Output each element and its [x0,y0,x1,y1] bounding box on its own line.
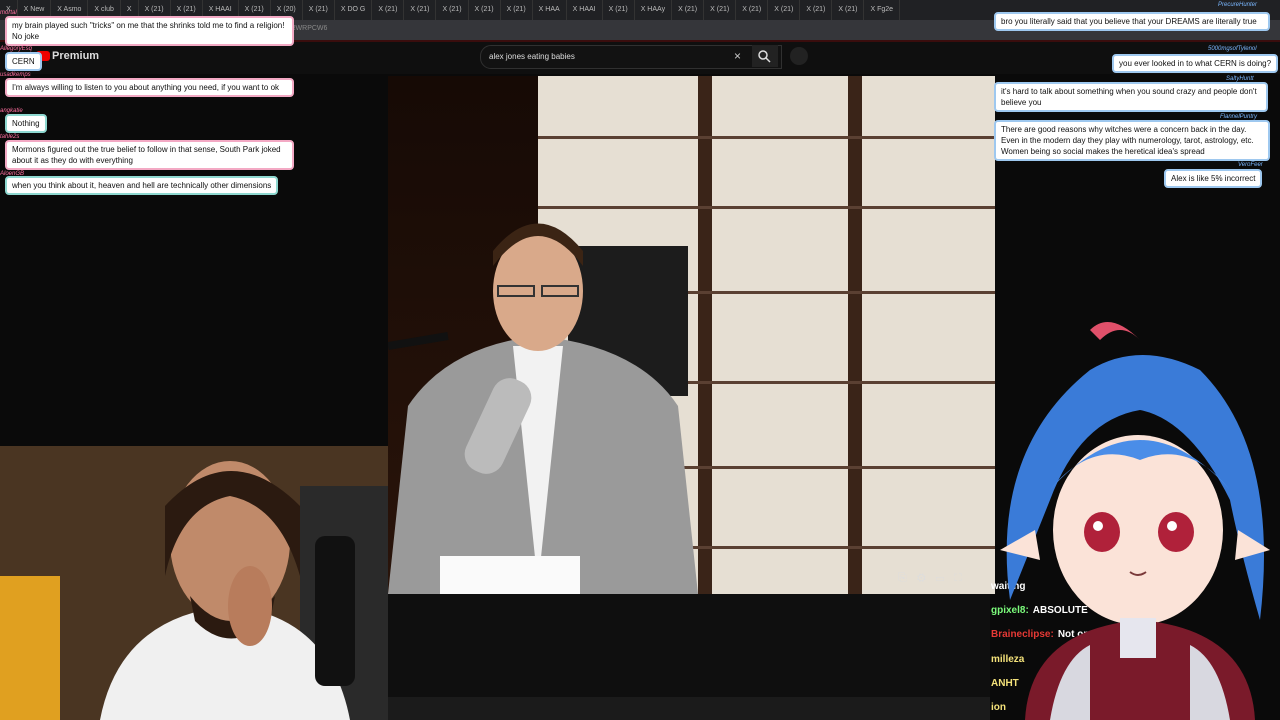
browser-tab[interactable]: X (21) [768,0,801,20]
browser-tab[interactable]: X (21) [436,0,469,20]
webcam-scene [0,446,388,720]
vtuber-avatar [1000,322,1270,720]
browser-tab[interactable]: X (21) [736,0,769,20]
video-control-icon[interactable]: ⛶ [954,572,972,584]
browser-tab[interactable]: X (21) [303,0,335,20]
chat-message: CERN [5,52,42,71]
microphone-icon[interactable] [790,47,808,65]
speaker-figure [388,223,698,594]
bottom-strip [388,697,990,720]
premium-label[interactable]: Premium [52,50,99,62]
chat-message: you ever looked in to what CERN is doing… [1112,54,1279,73]
chat-message: when you think about it, heaven and hell… [5,176,279,195]
video-control-icon[interactable]: ▭ [936,572,954,584]
chat-message: There are good reasons why witches were … [994,120,1270,161]
browser-tab[interactable]: X DO G [335,0,373,20]
chat-message: I'm always willing to listen to you abou… [5,78,294,97]
chat-message: Alex is like 5% incorrect [1164,169,1263,188]
chat-message: my brain played such "tricks" on me that… [5,16,294,46]
search-icon[interactable] [757,49,771,63]
browser-tab[interactable]: X (21) [704,0,737,20]
browser-tab[interactable]: X (21) [501,0,533,20]
browser-tab[interactable]: X (21) [832,0,865,20]
chat-username: 5000mgsofTylenol [1208,46,1257,52]
browser-tab[interactable]: X Fg2e [864,0,901,20]
browser-tab[interactable]: X (21) [469,0,501,20]
streamer-webcam [0,446,388,720]
video-player[interactable]: ⎘⚙▭⛶ [388,76,995,594]
browser-tab[interactable]: X HAAy [635,0,673,20]
browser-tab[interactable]: X (21) [404,0,437,20]
browser-tab[interactable]: X HAAI [567,0,603,20]
video-control-icon[interactable]: ⚙ [917,572,936,584]
browser-tab[interactable]: X (21) [372,0,405,20]
browser-tab[interactable]: X HAA [533,0,567,20]
search-input[interactable]: alex jones eating babies [489,52,575,61]
browser-tab[interactable]: X (21) [672,0,705,20]
chat-username: PrecureHunter [1218,2,1258,8]
chat-message: bro you literally said that you believe … [994,12,1270,31]
video-control-icon[interactable]: ⎘ [898,572,917,584]
chat-message: Nothing [5,114,47,133]
browser-tab[interactable]: X (21) [800,0,833,20]
browser-tab[interactable]: X (21) [603,0,635,20]
chat-username: VeroFeer [1238,162,1263,168]
chat-message: Mormons figured out the true belief to f… [5,140,294,170]
clear-search-icon[interactable]: × [734,49,741,63]
video-controls[interactable]: ⎘⚙▭⛶ [898,572,972,585]
chat-message: it's hard to talk about something when y… [994,82,1268,112]
